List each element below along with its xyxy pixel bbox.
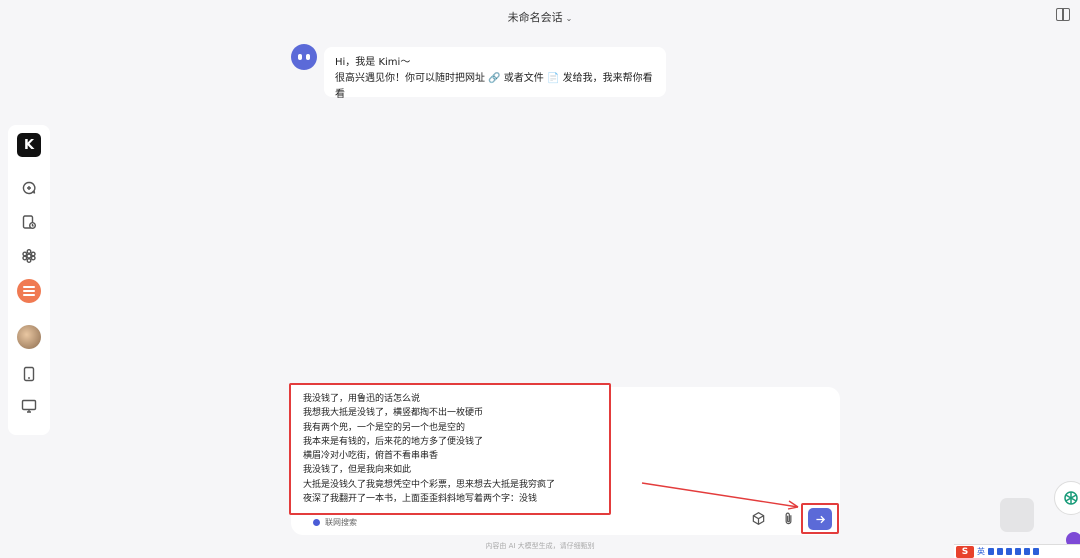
- input-line: 我没钱了，用鲁迅的话怎么说: [303, 394, 421, 404]
- message-input[interactable]: 我没钱了，用鲁迅的话怎么说 我想我大抵是没钱了，横竖都掏不出一枚硬币 我有两个兜…: [289, 383, 611, 515]
- avatar[interactable]: [17, 325, 41, 349]
- input-line: 我有两个兜，一个是空的另一个也是空的: [303, 422, 466, 433]
- ime-language: 英: [977, 547, 985, 556]
- input-line: 我本来是有钱的，后来花的地方多了便没钱了: [303, 436, 484, 447]
- new-chat-icon[interactable]: [16, 175, 42, 201]
- history-icon[interactable]: [16, 209, 42, 235]
- send-button[interactable]: [808, 508, 832, 530]
- assistant-message: Hi，我是 Kimi～ 很高兴遇见你！你可以随时把网址 🔗 或者文件 📄 发给我…: [324, 47, 666, 100]
- kimi-avatar: [291, 44, 317, 70]
- ime-skin-icon: [1015, 548, 1021, 555]
- input-line: 横眉冷对小吃街，俯首不看串串香: [303, 451, 439, 462]
- input-line: 大抵是没钱久了我竟想凭空中个彩票，思来想去大抵是我穷疯了: [303, 479, 556, 490]
- input-line: 我想我大抵是没钱了，横竖都掏不出一枚硬币: [303, 408, 484, 419]
- conversation-title[interactable]: 未命名会话 ⌄: [0, 9, 1080, 25]
- ime-mic-icon: [997, 548, 1003, 555]
- cube-icon[interactable]: [749, 509, 767, 527]
- floating-tool-icon[interactable]: [1000, 498, 1034, 532]
- send-icon: [815, 515, 825, 523]
- desktop-icon[interactable]: [16, 393, 42, 419]
- input-line: 夜深了我翻开了一本书，上面歪歪斜斜地写着两个字：没钱: [303, 494, 538, 505]
- disclaimer: 内容由 AI 大模型生成，请仔细甄别: [485, 542, 595, 550]
- conversation-title-text: 未命名会话: [507, 11, 563, 24]
- sidebar: K: [8, 125, 50, 435]
- web-search-label: 联网搜索: [325, 518, 357, 527]
- ime-logo: S: [956, 545, 974, 558]
- mobile-icon[interactable]: [16, 361, 42, 387]
- panel-toggle-icon[interactable]: [1056, 8, 1070, 21]
- ime-keyboard-icon: [1006, 548, 1012, 555]
- web-search-toggle[interactable]: 联网搜索: [313, 517, 357, 528]
- web-search-dot-icon: [313, 519, 320, 526]
- chatgpt-extension-icon[interactable]: [1054, 481, 1080, 515]
- input-line: 我没钱了，但是我向来如此: [303, 465, 412, 476]
- explore-icon[interactable]: [16, 243, 42, 269]
- ime-menu-icon: [1033, 548, 1039, 555]
- chevron-down-icon: ⌄: [565, 14, 573, 23]
- ime-tools-icon: [1024, 548, 1030, 555]
- paperclip-icon[interactable]: [779, 509, 797, 527]
- ime-punct-icon: [988, 548, 994, 555]
- message-line: 很高兴遇见你！你可以随时把网址 🔗 或者文件 📄 发给我，我来帮你看看: [335, 73, 653, 100]
- message-line: Hi，我是 Kimi～: [335, 57, 411, 68]
- kimi-plus-icon[interactable]: [17, 279, 41, 303]
- kimi-logo[interactable]: K: [17, 133, 41, 157]
- ime-toolbar[interactable]: S 英: [954, 544, 1080, 558]
